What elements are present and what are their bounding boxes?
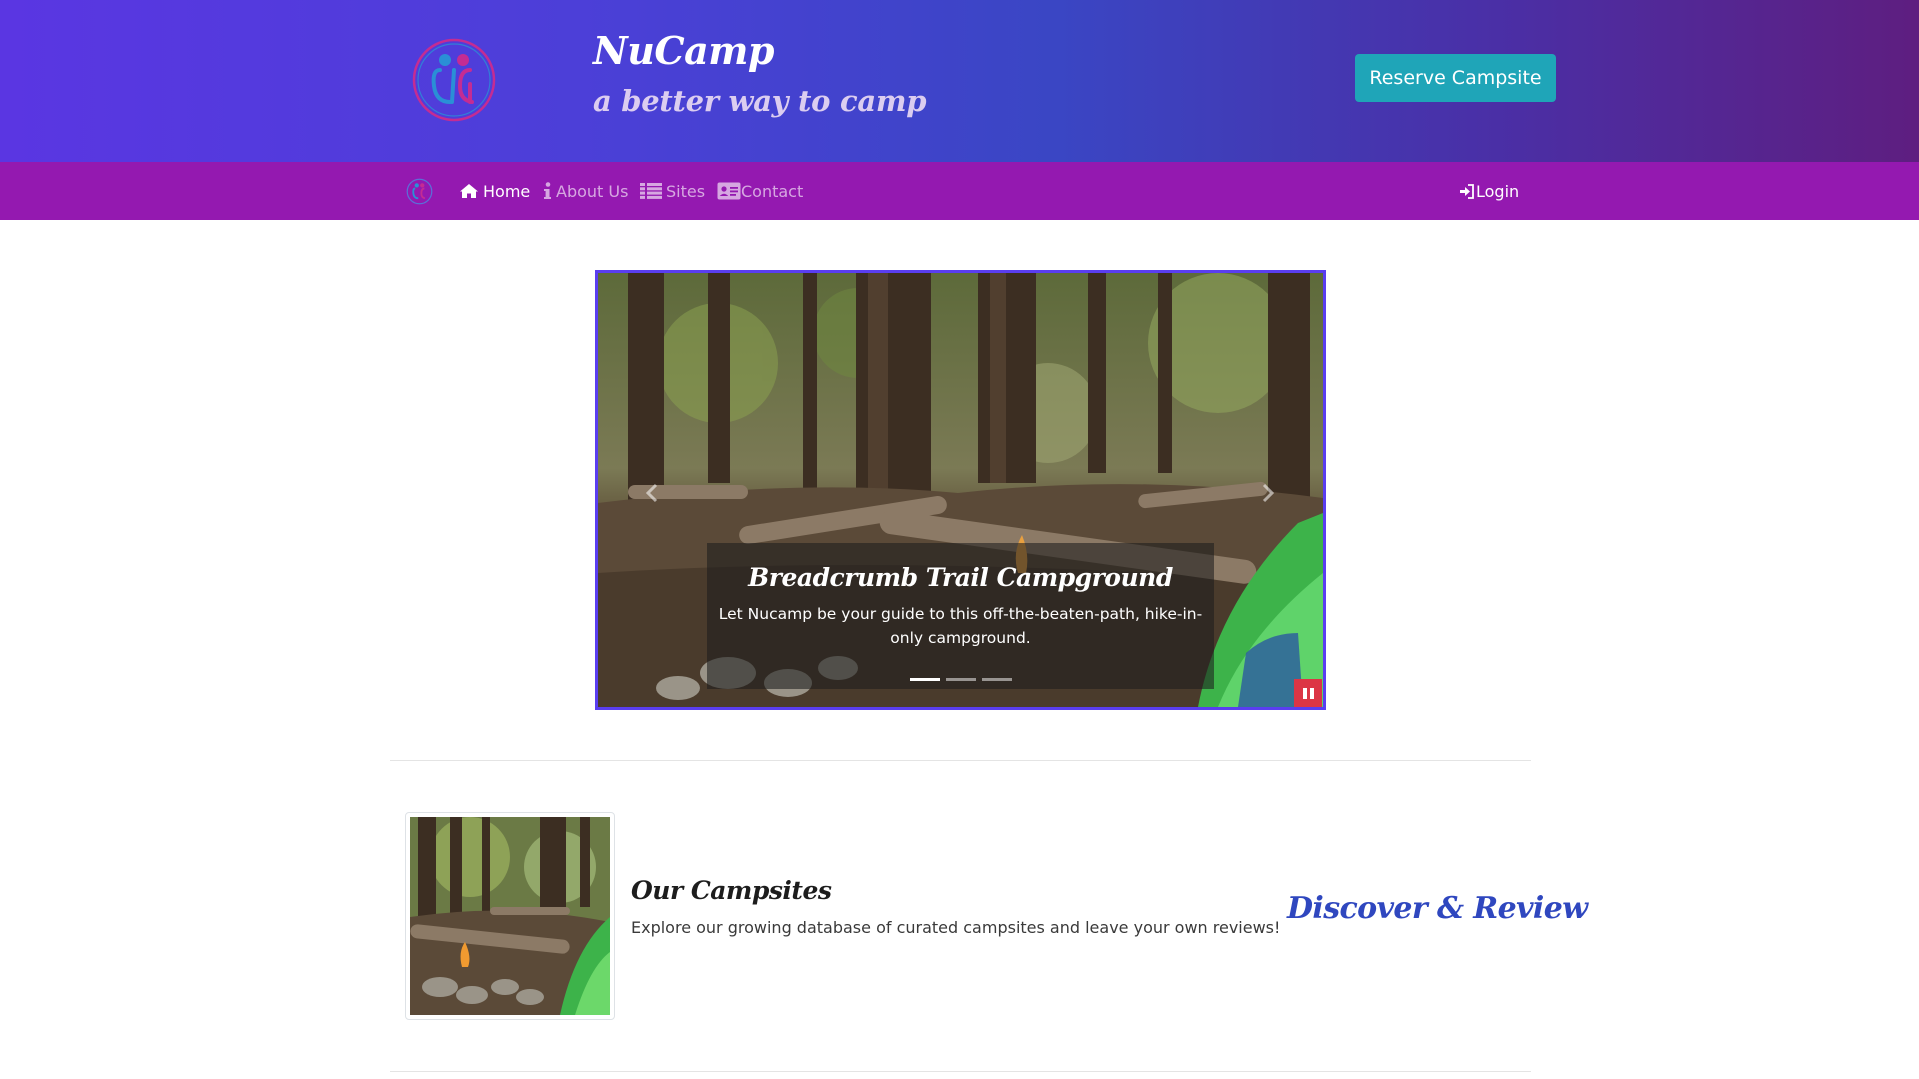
caption-text: Let Nucamp be your guide to this off-the…	[718, 605, 1203, 647]
nav-sites[interactable]: Sites	[640, 178, 705, 204]
brand-title: NuCamp	[593, 28, 775, 73]
carousel-next-arrow[interactable]	[1248, 473, 1288, 513]
sign-in-icon	[1460, 183, 1474, 199]
chevron-right-icon	[1262, 483, 1274, 503]
reserve-campsite-button[interactable]: Reserve Campsite	[1355, 54, 1556, 102]
nav-contact[interactable]: Contact	[717, 178, 803, 204]
address-card-icon	[717, 182, 741, 200]
brand-subtitle: a better way to camp	[593, 84, 927, 118]
pause-icon	[1302, 687, 1307, 699]
nav-contact-label: Contact	[741, 181, 804, 201]
home-icon	[460, 184, 478, 198]
campsite-thumbnail-image	[410, 817, 610, 1015]
feature-tagline: Discover & Review	[1287, 891, 1588, 926]
nav-sites-label: Sites	[666, 181, 706, 201]
nav-home-label: Home	[483, 181, 531, 201]
caption-title: Breadcrumb Trail Campground	[748, 563, 1173, 592]
nav-about-us-label: About Us	[556, 181, 629, 201]
jumbotron-header: NuCamp a better way to camp Reserve Camp…	[0, 0, 1919, 162]
section-divider	[390, 760, 1531, 761]
navbar-logo[interactable]	[406, 178, 433, 205]
list-icon	[640, 183, 662, 199]
main-navbar: Home About Us Sites Contact Login	[0, 162, 1919, 220]
nav-about-us[interactable]: About Us	[543, 178, 628, 204]
carousel-pause-button[interactable]	[1294, 679, 1322, 707]
section-divider	[390, 1071, 1531, 1072]
nav-login-label: Login	[1476, 181, 1520, 201]
carousel-indicators	[910, 678, 1012, 681]
nucamp-logo	[412, 38, 496, 122]
nav-home[interactable]: Home	[459, 178, 530, 204]
info-icon	[544, 182, 551, 199]
carousel-indicator[interactable]	[982, 678, 1012, 681]
carousel-prev-arrow[interactable]	[632, 473, 672, 513]
carousel-indicator[interactable]	[946, 678, 976, 681]
nav-login[interactable]: Login	[1460, 178, 1519, 204]
campsite-thumbnail	[405, 812, 615, 1020]
feature-text: Explore our growing database of curated …	[631, 918, 1281, 937]
carousel-caption: Breadcrumb Trail Campground Let Nucamp b…	[707, 543, 1214, 689]
chevron-left-icon	[646, 483, 658, 503]
campsite-carousel[interactable]: Breadcrumb Trail Campground Let Nucamp b…	[595, 270, 1326, 710]
feature-title: Our Campsites	[631, 876, 832, 905]
carousel-indicator[interactable]	[910, 678, 940, 681]
